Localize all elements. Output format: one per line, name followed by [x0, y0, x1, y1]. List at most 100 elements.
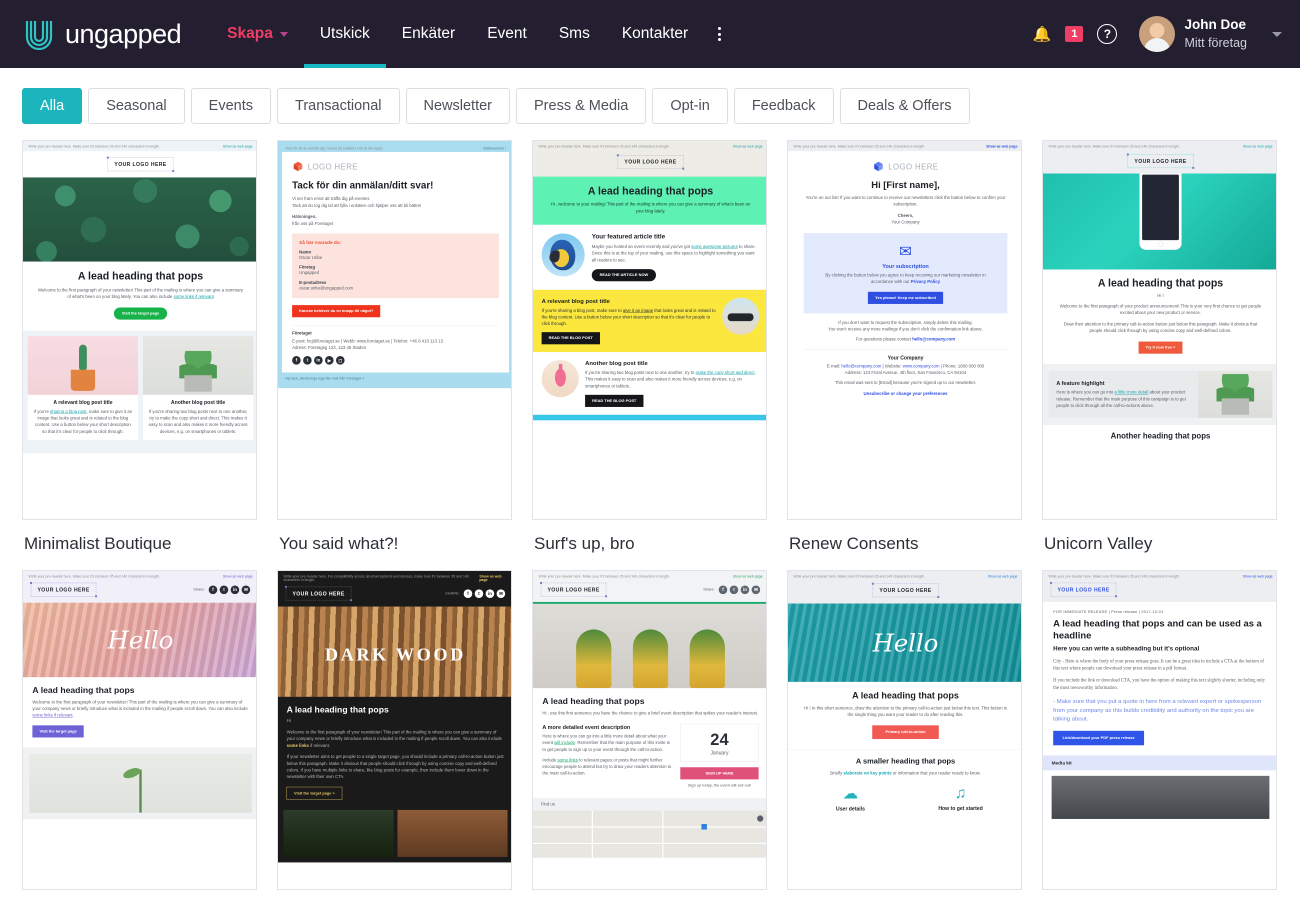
blog-1-link[interactable]: give it an image — [623, 308, 653, 313]
facebook-icon[interactable]: f — [718, 585, 728, 594]
template-card-unicorn-valley[interactable]: Write your pre-header here. Make sure it… — [1042, 140, 1277, 564]
template-thumbnail[interactable]: Write your pre-header here. For compatib… — [277, 570, 512, 890]
linkedin-icon[interactable]: in — [485, 589, 495, 598]
web-version-link[interactable]: Show as web page — [1243, 574, 1273, 578]
lead-body-link[interactable]: some links — [287, 743, 309, 748]
nav-item-utskick[interactable]: Utskick — [303, 0, 386, 68]
linkedin-icon[interactable]: in — [740, 585, 750, 594]
template-card-renew-consents[interactable]: Write your pre-header here. Make sure it… — [787, 140, 1022, 564]
email-icon[interactable]: ✉ — [241, 585, 251, 594]
logo-placeholder[interactable]: YOUR LOGO HERE — [30, 581, 98, 598]
logo-placeholder[interactable]: YOUR LOGO HERE — [1050, 581, 1118, 598]
bell-icon[interactable]: 🔔 — [1033, 25, 1052, 43]
map-image[interactable] — [533, 810, 766, 858]
web-version-link[interactable]: Show as web page — [223, 144, 253, 148]
twitter-icon[interactable]: t — [474, 589, 484, 598]
template-thumbnail[interactable]: Write your pre-header here. Make sure it… — [1042, 140, 1277, 520]
template-card-hello-purple[interactable]: Write your pre-header here. Make sure it… — [22, 570, 257, 900]
filter-chip-opt-in[interactable]: Opt-in — [652, 88, 728, 124]
template-thumbnail[interactable]: Write your pre-header here. Make sure it… — [532, 570, 767, 890]
lead-body-link[interactable]: some links if relevant — [32, 713, 72, 718]
confirm-subscription-button[interactable]: Yes please! Keep me subscribed — [868, 291, 943, 305]
linkedin-icon[interactable]: in — [230, 585, 240, 594]
logo-placeholder[interactable]: YOUR LOGO HERE — [285, 585, 353, 602]
web-version-link[interactable]: Show as web page — [733, 574, 763, 578]
unsubscribe-link[interactable]: Hej tack, skicka inga inga fler mail frå… — [282, 373, 509, 385]
facebook-icon[interactable]: f — [463, 589, 473, 598]
template-thumbnail[interactable]: Tack för att du anmält dig / svarat på e… — [277, 140, 512, 520]
nav-item-sms[interactable]: Sms — [543, 0, 606, 68]
twitter-icon[interactable]: t — [303, 356, 312, 365]
web-version-link[interactable]: Show as web page — [223, 574, 253, 578]
filter-chip-press-media[interactable]: Press & Media — [516, 88, 647, 124]
instagram-icon[interactable]: ◻ — [335, 356, 345, 365]
contact-email-link[interactable]: hello@company.com — [912, 337, 955, 342]
download-pdf-button[interactable]: Link/download your PDF press release — [1053, 730, 1145, 746]
youtube-icon[interactable]: ▶ — [325, 356, 334, 365]
cta-button[interactable]: Visit the target page » — [286, 786, 343, 800]
blog-2-link[interactable]: make the copy short and direct — [696, 371, 755, 376]
footer-website-link[interactable]: www.company.com — [903, 364, 940, 369]
template-thumbnail[interactable]: Write your pre-header here. Make sure it… — [22, 140, 257, 520]
email-icon[interactable]: ✉ — [751, 585, 761, 594]
sign-up-button[interactable]: SIGN UP HERE — [680, 767, 759, 780]
lead-body-link[interactable]: some links if relevant — [174, 295, 214, 300]
template-card-dark-wood[interactable]: Write your pre-header here. For compatib… — [277, 570, 512, 900]
unsubscribe-link[interactable]: Unsubscribe or change your preferences — [863, 391, 947, 396]
logo-placeholder[interactable]: YOUR LOGO HERE — [1126, 153, 1195, 169]
user-menu[interactable]: John Doe Mitt företag — [1139, 16, 1282, 52]
cta-button[interactable]: Visit the target page — [113, 307, 168, 320]
primary-cta-button[interactable]: Primary call-to-action — [872, 725, 939, 740]
template-thumbnail[interactable]: Write your pre-header here. Make sure it… — [532, 140, 767, 520]
cta-button[interactable]: Kanske behöver du en knapp till något? — [292, 305, 381, 318]
nav-item-kontakter[interactable]: Kontakter — [606, 0, 704, 68]
filter-chip-newsletter[interactable]: Newsletter — [405, 88, 511, 124]
email-icon[interactable]: ✉ — [496, 589, 506, 598]
logo-placeholder[interactable]: YOUR LOGO HERE — [616, 154, 685, 170]
facebook-icon[interactable]: f — [292, 356, 301, 365]
logo-placeholder[interactable]: YOUR LOGO HERE — [871, 582, 940, 599]
filter-chip-seasonal[interactable]: Seasonal — [88, 88, 185, 124]
template-thumbnail[interactable]: Write your pre-header here. Make sure it… — [787, 570, 1022, 890]
filter-chip-alla[interactable]: Alla — [22, 88, 83, 124]
web-version-link[interactable]: Show as web page — [1243, 144, 1273, 148]
brand-logo[interactable]: ungapped — [0, 18, 211, 51]
notification-badge[interactable]: 1 — [1065, 26, 1084, 42]
cta-button[interactable]: Try it now free » — [1138, 341, 1183, 354]
template-thumbnail[interactable]: Write your pre-header here. Make sure it… — [22, 570, 257, 890]
template-thumbnail[interactable]: Write your pre-header here. Make sure it… — [1042, 570, 1277, 890]
help-circle-icon[interactable]: ? — [1097, 24, 1118, 44]
nav-item-skapa[interactable]: Skapa — [211, 0, 304, 68]
event-body-1-link[interactable]: will include — [554, 741, 575, 746]
facebook-icon[interactable]: f — [208, 585, 218, 594]
web-version-link[interactable]: Show as web page — [986, 144, 1017, 148]
logo-placeholder[interactable]: YOUR LOGO HERE — [106, 156, 175, 172]
template-card-minimalist-boutique[interactable]: Write your pre-header here. Make sure it… — [22, 140, 257, 564]
kebab-menu-icon[interactable] — [704, 27, 735, 41]
web-version-link[interactable]: Show as web page — [988, 574, 1018, 578]
sub-body-link[interactable]: elaborate on key points — [843, 771, 891, 776]
logo-row[interactable]: LOGO HERE — [804, 161, 1008, 175]
template-card-event-invite[interactable]: Write your pre-header here. Make sure it… — [532, 570, 767, 900]
footer-email-link[interactable]: hello@company.com — [841, 364, 881, 369]
twitter-icon[interactable]: t — [219, 585, 229, 594]
web-version-link[interactable]: Webbversion › — [483, 146, 506, 150]
blog-2-cta-button[interactable]: READ THE BLOG POST — [585, 394, 644, 407]
feature-link[interactable]: a little more detail — [1115, 390, 1149, 395]
web-version-link[interactable]: Show as web page — [479, 574, 507, 582]
article-cta-button[interactable]: READ THE ARTICLE NOW — [591, 269, 657, 282]
filter-chip-feedback[interactable]: Feedback — [733, 88, 834, 124]
template-thumbnail[interactable]: Write your pre-header here. Make sure it… — [787, 140, 1022, 520]
twitter-icon[interactable]: t — [729, 585, 739, 594]
web-version-link[interactable]: Show as web page — [733, 144, 763, 148]
nav-item-enkater[interactable]: Enkäter — [386, 0, 471, 68]
linkedin-icon[interactable]: in — [314, 356, 323, 365]
template-card-hello-teal[interactable]: Write your pre-header here. Make sure it… — [787, 570, 1022, 900]
template-card-press-release[interactable]: Write your pre-header here. Make sure it… — [1042, 570, 1277, 900]
cta-button[interactable]: Visit the target page — [32, 725, 84, 738]
article-link[interactable]: some awesome pictures — [691, 244, 737, 249]
privacy-policy-link[interactable]: Privacy Policy — [911, 280, 940, 285]
nav-item-event[interactable]: Event — [471, 0, 543, 68]
template-card-surfs-up-bro[interactable]: Write your pre-header here. Make sure it… — [532, 140, 767, 564]
event-body-2-link[interactable]: some links — [557, 758, 577, 763]
